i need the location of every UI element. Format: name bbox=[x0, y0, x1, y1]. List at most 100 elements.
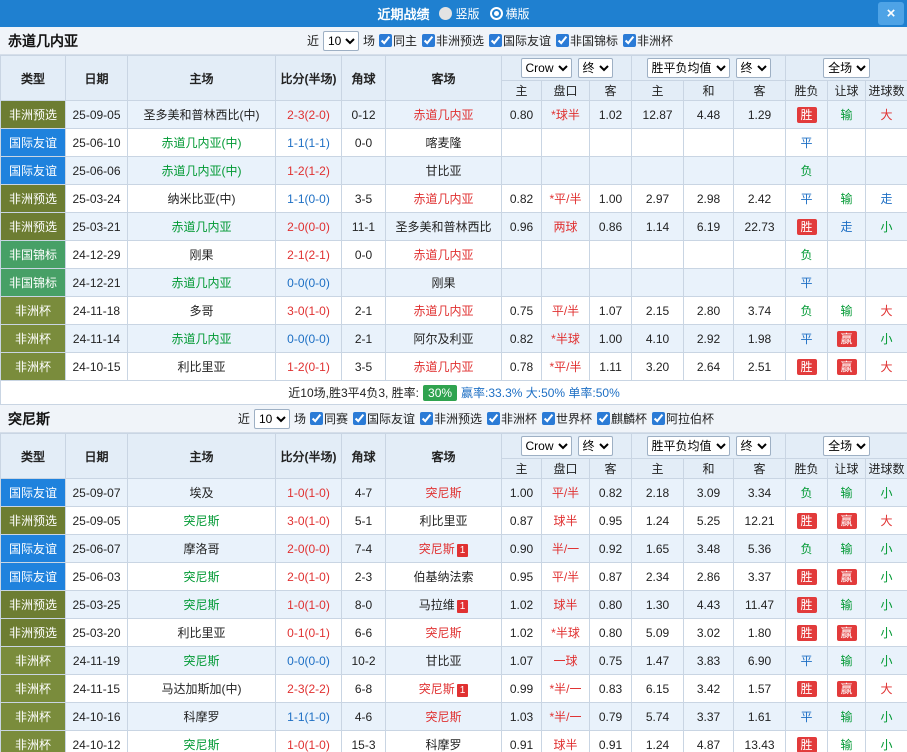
radio-selected-icon[interactable] bbox=[489, 7, 503, 20]
goals-result-label: 大 bbox=[880, 304, 893, 318]
handicap-result-label: 赢 bbox=[836, 680, 857, 697]
competition-filter[interactable]: 麒麟杯 bbox=[597, 410, 647, 427]
odds-group-header-2: Crow 终 bbox=[500, 433, 633, 459]
layout-radio-horizontal[interactable]: 横版 bbox=[489, 5, 530, 22]
away-team-name: 突尼斯 bbox=[425, 710, 462, 724]
score-cell: 2-0(1-0) bbox=[275, 562, 342, 591]
away-team-name: 马拉维 bbox=[418, 598, 455, 612]
odds-away-cell: 0.80 bbox=[588, 618, 633, 647]
avg-time-select[interactable]: 终 bbox=[735, 436, 771, 456]
home-team-name: 赤道几内亚(中) bbox=[161, 136, 242, 150]
competition-filter-label: 麒麟杯 bbox=[611, 412, 648, 426]
competition-checkbox[interactable] bbox=[352, 412, 366, 425]
date-cell: 24-11-14 bbox=[65, 324, 128, 353]
date-cell: 24-12-29 bbox=[65, 240, 128, 269]
competition-checkbox[interactable] bbox=[597, 412, 611, 425]
results-table-2: 类型 日期 主场 比分(半场) 角球 客场 Crow 终 胜平负均值 终 全场 bbox=[0, 433, 907, 752]
result-cell: 胜 bbox=[785, 562, 829, 591]
goals-result-label: 大 bbox=[880, 360, 893, 374]
close-button[interactable]: × bbox=[878, 2, 904, 25]
result-cell: 平 bbox=[785, 184, 829, 213]
competition-filter[interactable]: 非洲杯 bbox=[487, 410, 537, 427]
home-team-name: 赤道几内亚 bbox=[171, 332, 232, 346]
avg-type-select[interactable]: 胜平负均值 bbox=[646, 436, 730, 456]
subcol-avg-away: 客 bbox=[733, 458, 787, 479]
odds-company-select[interactable]: Crow bbox=[520, 58, 572, 78]
result-label: 胜 bbox=[796, 736, 817, 752]
competition-checkbox[interactable] bbox=[489, 34, 502, 47]
match-count-select[interactable]: 10 bbox=[322, 30, 359, 51]
competition-filter[interactable]: 非洲预选 bbox=[419, 410, 482, 427]
odds-time-select[interactable]: 终 bbox=[577, 436, 613, 456]
odds-away-cell: 1.00 bbox=[588, 184, 633, 213]
avg-draw-cell: 6.19 bbox=[683, 212, 735, 241]
date-cell: 25-03-21 bbox=[65, 212, 128, 241]
match-row: 非洲杯 24-11-14 赤道几内亚 0-0(0-0) 2-1 阿尔及利亚 0.… bbox=[0, 324, 907, 353]
competition-checkbox[interactable] bbox=[487, 412, 500, 425]
subcol-goals: 进球数 bbox=[865, 80, 907, 101]
competition-filter[interactable]: 世界杯 bbox=[542, 410, 592, 427]
away-team-cell: 赤道几内亚 bbox=[385, 184, 502, 213]
avg-away-cell: 13.43 bbox=[733, 730, 787, 752]
odds-home-cell: 0.75 bbox=[501, 296, 542, 325]
competition-checkbox[interactable] bbox=[309, 412, 323, 425]
competition-filters: 同赛 国际友谊 非洲预选 非洲杯 世界杯 麒麟杯 阿拉伯杯 bbox=[309, 410, 719, 427]
competition-type-cell: 非洲杯 bbox=[0, 730, 66, 752]
odds-home-cell: 0.96 bbox=[501, 212, 542, 241]
odds-handicap-cell bbox=[541, 156, 590, 185]
scope-select[interactable]: 全场 bbox=[823, 58, 871, 78]
corners-cell: 3-5 bbox=[341, 352, 386, 381]
competition-filter[interactable]: 非国锦标 bbox=[556, 32, 618, 49]
competition-type-cell: 国际友谊 bbox=[0, 478, 66, 507]
match-row: 国际友谊 25-06-07 摩洛哥 2-0(0-0) 7-4 突尼斯 1 0.90… bbox=[0, 534, 907, 563]
competition-filter[interactable]: 国际友谊 bbox=[352, 410, 415, 427]
away-team-cell: 突尼斯 bbox=[385, 478, 502, 507]
competition-checkbox[interactable] bbox=[556, 34, 570, 47]
avg-away-cell: 1.61 bbox=[733, 702, 787, 731]
competition-checkbox[interactable] bbox=[378, 34, 392, 47]
result-cell: 胜 bbox=[785, 352, 829, 381]
odds-handicap-cell: *半球 bbox=[541, 324, 590, 353]
score: 0-0(0-0) bbox=[287, 275, 330, 290]
avg-type-select[interactable]: 胜平负均值 bbox=[646, 58, 730, 78]
date-cell: 24-12-21 bbox=[65, 268, 128, 297]
corners-cell: 2-1 bbox=[341, 296, 386, 325]
odds-home-cell: 0.82 bbox=[501, 184, 542, 213]
home-team-name: 赤道几内亚 bbox=[171, 276, 232, 290]
avg-home-cell: 1.30 bbox=[631, 590, 685, 619]
scope-select[interactable]: 全场 bbox=[823, 436, 871, 456]
away-team-cell: 赤道几内亚 bbox=[385, 240, 502, 269]
competition-checkbox[interactable] bbox=[419, 412, 433, 425]
result-cell: 负 bbox=[785, 156, 829, 185]
competition-filters: 同主 非洲预选 国际友谊 非国锦标 非洲杯 bbox=[378, 32, 678, 49]
match-count-select[interactable]: 10 bbox=[253, 408, 290, 429]
home-team-cell: 马达加斯加(中) bbox=[127, 674, 276, 703]
radio-unselected-icon[interactable] bbox=[439, 7, 453, 20]
odds-handicap-cell: 球半 bbox=[541, 590, 590, 619]
layout-radio-vertical[interactable]: 竖版 bbox=[439, 5, 480, 22]
date-cell: 25-06-07 bbox=[65, 534, 128, 563]
competition-filter-label: 阿拉伯杯 bbox=[666, 412, 715, 426]
away-team-name: 赤道几内亚 bbox=[413, 108, 474, 122]
match-row: 非洲预选 25-03-24 纳米比亚(中) 1-1(0-0) 3-5 赤道几内亚… bbox=[0, 184, 907, 213]
competition-filter[interactable]: 阿拉伯杯 bbox=[652, 410, 714, 427]
competition-checkbox[interactable] bbox=[623, 34, 637, 47]
competition-filter[interactable]: 同主 bbox=[378, 32, 417, 49]
competition-filter[interactable]: 国际友谊 bbox=[489, 32, 551, 49]
avg-home-cell: 1.24 bbox=[631, 730, 685, 752]
competition-checkbox[interactable] bbox=[421, 34, 435, 47]
match-row: 非洲杯 24-10-15 利比里亚 1-2(0-1) 3-5 赤道几内亚 0.7… bbox=[0, 352, 907, 381]
competition-checkbox[interactable] bbox=[652, 412, 666, 425]
competition-filter[interactable]: 非洲杯 bbox=[623, 32, 673, 49]
competition-filter[interactable]: 非洲预选 bbox=[421, 32, 484, 49]
avg-time-select[interactable]: 终 bbox=[735, 58, 771, 78]
date-cell: 25-03-24 bbox=[65, 184, 128, 213]
avg-draw-cell: 4.48 bbox=[683, 100, 735, 129]
home-team-name: 摩洛哥 bbox=[183, 542, 220, 556]
odds-time-select[interactable]: 终 bbox=[577, 58, 613, 78]
competition-filter[interactable]: 同赛 bbox=[309, 410, 348, 427]
subcol-result: 胜负 bbox=[785, 80, 829, 101]
competition-checkbox[interactable] bbox=[542, 412, 556, 425]
away-team-cell: 阿尔及利亚 bbox=[385, 324, 502, 353]
odds-company-select[interactable]: Crow bbox=[520, 436, 572, 456]
